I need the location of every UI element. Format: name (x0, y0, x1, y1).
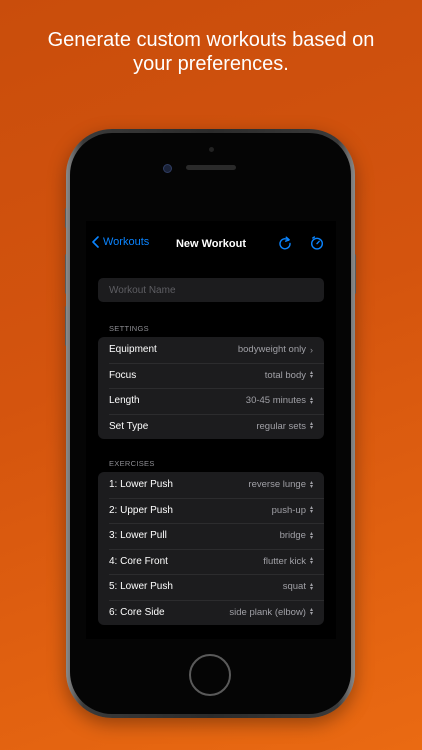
settings-row-label: Focus (109, 369, 137, 381)
up-down-icon: ▴ ▾ (309, 556, 313, 567)
workout-name-input[interactable]: Workout Name (98, 278, 324, 302)
settings-row-length[interactable]: Length 30-45 minutes ▴ ▾ (98, 388, 324, 414)
up-down-icon: ▴ ▾ (309, 505, 313, 516)
settings-row-label: Set Type (109, 420, 149, 432)
settings-row-value: total body (264, 369, 306, 381)
exercise-row-value: squat (282, 581, 306, 593)
exercise-row-value: reverse lunge (248, 479, 306, 491)
exercise-row[interactable]: 6: Core Side side plank (elbow) ▴ ▾ (98, 599, 324, 626)
proximity-sensor (209, 147, 214, 152)
up-down-icon: ▴ ▾ (309, 421, 313, 432)
headline-line-1: Generate custom workouts based on (47, 29, 375, 51)
up-down-icon: ▴ ▾ (309, 581, 313, 592)
settings-row-equipment[interactable]: Equipment bodyweight only › (98, 337, 324, 363)
refresh-icon[interactable] (278, 236, 292, 250)
timer-icon[interactable] (310, 236, 324, 250)
exercise-row-label: 4: Core Front (109, 555, 168, 567)
settings-row-set-type[interactable]: Set Type regular sets ▴ ▾ (98, 413, 324, 440)
exercise-row[interactable]: 5: Lower Push squat ▴ ▾ (98, 574, 324, 600)
settings-group: Equipment bodyweight only › Focus total b… (98, 337, 324, 439)
page-title: New Workout (175, 238, 247, 250)
exercises-group: 1: Lower Push reverse lunge ▴ ▾ 2: Upper P… (98, 472, 324, 625)
navigation-bar: Workouts New Workout (86, 221, 336, 267)
exercise-row-value: side plank (elbow) (229, 606, 306, 618)
home-button[interactable] (189, 654, 231, 696)
exercise-row[interactable]: 1: Lower Push reverse lunge ▴ ▾ (98, 472, 324, 498)
up-down-icon: ▴ ▾ (309, 607, 313, 618)
settings-row-value: bodyweight only (237, 344, 306, 356)
exercise-row[interactable]: 4: Core Front flutter kick ▴ ▾ (98, 548, 324, 575)
workout-name-placeholder: Workout Name (109, 284, 176, 296)
exercise-row-label: 5: Lower Push (109, 581, 173, 593)
settings-section-header: SETTINGS (109, 324, 149, 333)
exercise-row-value: bridge (279, 530, 306, 542)
settings-row-value: regular sets (256, 420, 306, 432)
exercise-row-label: 6: Core Side (109, 606, 165, 618)
exercise-row[interactable]: 3: Lower Pull bridge ▴ ▾ (98, 523, 324, 549)
up-down-icon: ▴ ▾ (309, 479, 313, 490)
up-down-icon: ▴ ▾ (309, 395, 313, 406)
settings-row-value: 30-45 minutes (245, 395, 306, 407)
front-camera-icon (163, 164, 172, 173)
exercise-row-value: flutter kick (263, 555, 306, 567)
exercise-row[interactable]: 2: Upper Push push-up ▴ ▾ (98, 497, 324, 524)
exercise-row-value: push-up (271, 504, 306, 516)
settings-row-label: Length (109, 395, 140, 407)
exercise-row-label: 3: Lower Pull (109, 530, 167, 542)
chevron-right-icon: › (310, 344, 313, 355)
exercise-row-label: 2: Upper Push (109, 504, 173, 516)
settings-row-focus[interactable]: Focus total body ▴ ▾ (98, 362, 324, 389)
headline-line-2: your preferences. (133, 53, 289, 75)
settings-row-label: Equipment (109, 344, 157, 356)
earpiece-speaker (186, 165, 236, 170)
exercises-section-header: EXERCISES (109, 459, 155, 468)
exercise-row-label: 1: Lower Push (109, 479, 173, 491)
up-down-icon: ▴ ▾ (309, 530, 313, 541)
up-down-icon: ▴ ▾ (309, 370, 313, 381)
app-screen: Workouts New Workout Workout Name SETTIN… (86, 221, 336, 639)
headline: Generate custom workouts based on your p… (0, 28, 422, 76)
